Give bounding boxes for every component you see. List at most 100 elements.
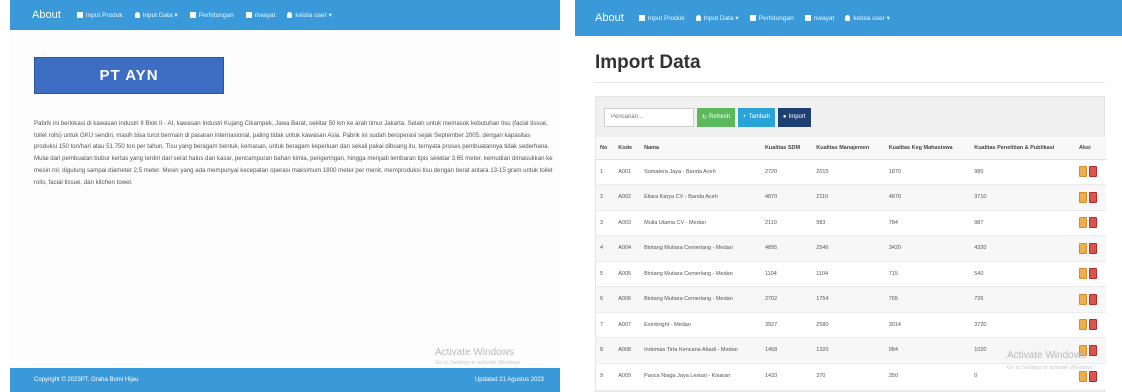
- cell-kualitas-keg-mahasiswa: 3014: [884, 311, 971, 338]
- edit-button[interactable]: [1079, 293, 1088, 305]
- nav-label: Perhitungan: [758, 14, 794, 22]
- col-kualitas-penelitian[interactable]: Kualitas Penelitian & Publikasi: [970, 137, 1076, 160]
- table-header-row: No Kode Nama Kualitas SDM Kualitas Manaj…: [596, 137, 1106, 160]
- cell-no: 1: [596, 158, 615, 185]
- nav-label: Perhitungan: [198, 11, 234, 19]
- about-page: About Input Produk Input Data ▾ Perhitun…: [10, 0, 560, 392]
- edit-button[interactable]: [1079, 319, 1088, 331]
- cell-nama: Everbright - Medan: [640, 311, 761, 338]
- edit-button[interactable]: [1079, 370, 1088, 382]
- cell-kualitas-penelitian: 980: [970, 158, 1076, 185]
- col-no[interactable]: No: [596, 137, 615, 160]
- edit-button[interactable]: [1079, 268, 1088, 280]
- cell-nama: Bintang Mutiara Cemerlang - Medan: [640, 260, 761, 287]
- activate-windows-hint: Go to Settings to activate Windows.: [435, 360, 522, 366]
- cell-kualitas-sdm: 3927: [760, 311, 813, 338]
- page-footer: Copyright © 2023PT. Graha Bumi Hijau Upd…: [10, 368, 560, 392]
- user-icon: [287, 12, 293, 18]
- delete-button[interactable]: [1089, 293, 1098, 305]
- activate-windows-watermark: Activate Windows: [435, 347, 514, 358]
- col-kualitas-keg-mahasiswa[interactable]: Kualitas Keg Mahasiswa: [884, 137, 971, 160]
- nav-input-produk[interactable]: Input Produk: [638, 15, 685, 22]
- nav-perhitungan[interactable]: Perhitungan: [189, 11, 234, 19]
- table-row: 2 A002 Eliara Karya CV - Banda Aceh 4870 211…: [596, 184, 1106, 210]
- cell-kualitas-sdm: 2720: [760, 158, 813, 185]
- cell-kualitas-sdm: 1458: [760, 337, 813, 363]
- add-button[interactable]: + Tambah: [738, 107, 775, 127]
- cell-kualitas-penelitian: 3720: [970, 311, 1076, 338]
- list-icon: [76, 12, 83, 18]
- refresh-button[interactable]: ↻ Refresh: [697, 107, 736, 127]
- table-row: 5 A005 Bintang Mutiara Cemerlang - Medan 11…: [596, 260, 1106, 287]
- delete-button[interactable]: [1089, 217, 1098, 229]
- col-kualitas-manajemen[interactable]: Kualitas Manajemen: [812, 137, 885, 160]
- nav-brand-about[interactable]: About: [32, 9, 61, 21]
- nav-input-data-dropdown[interactable]: Input Data ▾: [695, 14, 739, 22]
- cell-kode: A005: [614, 260, 641, 287]
- cell-kualitas-manajemen: 2110: [812, 184, 885, 210]
- cell-kualitas-sdm: 1433: [760, 362, 813, 389]
- delete-button[interactable]: [1089, 319, 1098, 331]
- nav-kelola-user-dropdown[interactable]: kelola user ▾: [845, 14, 890, 22]
- cell-kualitas-keg-mahasiswa: 984: [884, 337, 971, 363]
- activate-windows-hint: Go to Settings to activate Windows.: [1007, 365, 1094, 371]
- import-label: Import: [788, 114, 806, 120]
- top-navbar: About Input Produk Input Data ▾ Perhitun…: [575, 0, 1122, 36]
- heading-divider: [595, 82, 1105, 83]
- cell-kualitas-manajemen: 370: [812, 362, 885, 389]
- nav-brand-about[interactable]: About: [595, 12, 624, 24]
- edit-button[interactable]: [1079, 217, 1088, 229]
- cell-no: 7: [596, 311, 615, 338]
- cell-no: 9: [596, 362, 615, 389]
- user-icon: [695, 15, 701, 21]
- col-kode[interactable]: Kode: [614, 137, 641, 160]
- nav-input-data-dropdown[interactable]: Input Data ▾: [134, 11, 178, 19]
- col-nama[interactable]: Nama: [640, 137, 761, 160]
- cell-kualitas-keg-mahasiswa: 3420: [884, 235, 971, 261]
- edit-button[interactable]: [1079, 191, 1088, 203]
- nav-label: Input Data ▾: [142, 12, 178, 19]
- delete-button[interactable]: [1089, 242, 1098, 254]
- import-button[interactable]: ● Import: [777, 107, 811, 127]
- delete-button[interactable]: [1089, 166, 1098, 178]
- col-kualitas-sdm[interactable]: Kualitas SDM: [760, 137, 813, 160]
- user-icon: [134, 12, 140, 18]
- cell-no: 6: [596, 286, 615, 312]
- cell-kualitas-sdm: 4870: [760, 184, 813, 210]
- edit-button[interactable]: [1079, 242, 1088, 254]
- list-icon: [804, 15, 811, 21]
- table-row: 6 A006 Bintang Mutiara Cemerlang - Medan 27…: [596, 286, 1106, 312]
- nav-label: kelola user ▾: [853, 15, 890, 22]
- table-row: 4 A004 Bintang Mutiara Cemerlang - Medan 48…: [596, 235, 1106, 261]
- cell-kualitas-manajemen: 2546: [812, 235, 885, 261]
- nav-kelola-user-dropdown[interactable]: kelola user ▾: [287, 11, 332, 19]
- delete-button[interactable]: [1089, 191, 1098, 203]
- nav-riwayat[interactable]: riwayat: [804, 14, 835, 22]
- delete-button[interactable]: [1089, 268, 1098, 280]
- cell-aksi: [1075, 311, 1106, 338]
- cell-kode: A009: [614, 362, 641, 389]
- nav-label: kelola user ▾: [295, 12, 332, 19]
- cell-kode: A003: [614, 209, 641, 236]
- cell-kualitas-keg-mahasiswa: 350: [884, 362, 971, 389]
- cell-kualitas-sdm: 2110: [760, 209, 813, 236]
- edit-button[interactable]: [1079, 166, 1088, 178]
- user-icon: [845, 15, 851, 21]
- delete-button[interactable]: [1089, 370, 1098, 382]
- delete-button[interactable]: [1089, 344, 1098, 356]
- cell-nama: Bintang Mutiara Cemerlang - Medan: [640, 286, 761, 312]
- nav-input-produk[interactable]: Input Produk: [76, 12, 123, 19]
- cell-aksi: [1075, 260, 1106, 287]
- search-input[interactable]: [604, 107, 694, 127]
- company-name: PT AYN: [99, 67, 159, 84]
- company-description: Pabrik ini berlokasi di kawasan industri…: [34, 120, 553, 186]
- nav-perhitungan[interactable]: Perhitungan: [749, 14, 794, 22]
- cell-kualitas-manajemen: 2580: [812, 311, 885, 338]
- cell-no: 5: [596, 260, 615, 287]
- data-panel: ↻Refresh +Tambah ●Import No Kode Nama Ku…: [595, 96, 1106, 392]
- activate-windows-watermark: Activate Windows: [1007, 350, 1086, 361]
- cell-kualitas-sdm: 2702: [760, 286, 813, 312]
- nav-label: riwayat: [813, 14, 835, 22]
- cell-kode: A004: [614, 235, 641, 261]
- nav-riwayat[interactable]: riwayat: [245, 12, 275, 19]
